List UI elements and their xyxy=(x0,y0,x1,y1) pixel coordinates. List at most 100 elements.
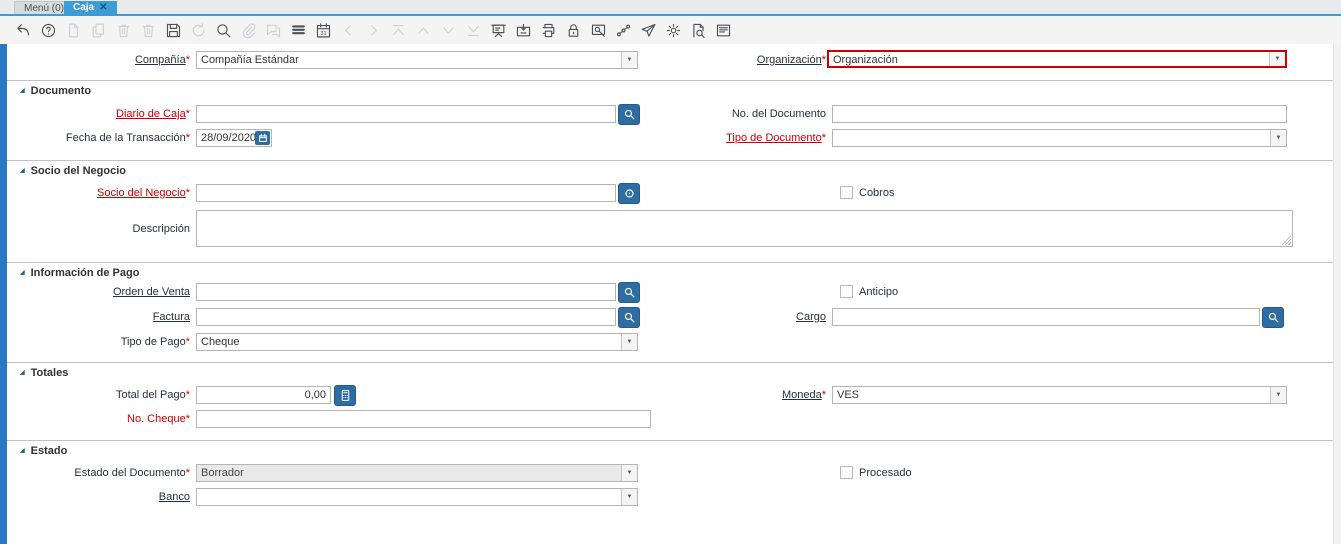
section-informacion-de-pago[interactable]: ◢ Información de Pago xyxy=(20,266,139,280)
collapse-icon[interactable]: ◢ xyxy=(20,370,25,376)
fecha-transaccion-input[interactable]: 28/09/2020 xyxy=(196,129,272,147)
total-del-pago-calculator-button[interactable] xyxy=(334,385,356,406)
orden-de-venta-search-button[interactable] xyxy=(618,282,640,303)
section-socio-del-negocio[interactable]: ◢ Socio del Negocio xyxy=(20,164,126,178)
process-icon[interactable] xyxy=(664,20,682,40)
chevron-down-icon[interactable]: ▼ xyxy=(621,334,637,350)
socio-del-negocio-info-button[interactable] xyxy=(618,183,640,204)
tab-bar: Menú (0) Caja ✕ xyxy=(0,0,1341,16)
section-divider xyxy=(7,440,1333,441)
diario-de-caja-label[interactable]: Diario de Caja* xyxy=(20,105,190,123)
scrollbar-track xyxy=(1333,44,1341,544)
help-icon[interactable] xyxy=(39,20,57,40)
cobros-label: Cobros xyxy=(859,187,895,199)
copy-record-icon xyxy=(89,20,107,40)
section-divider xyxy=(7,362,1333,363)
svg-text:31: 31 xyxy=(320,31,326,37)
collapse-icon[interactable]: ◢ xyxy=(20,88,25,94)
procesado-checkbox[interactable] xyxy=(840,466,853,479)
descripcion-textarea[interactable] xyxy=(196,210,1293,247)
find-icon[interactable] xyxy=(214,20,232,40)
factura-input[interactable] xyxy=(196,308,616,326)
anticipo-checkbox[interactable] xyxy=(840,285,853,298)
cargo-search-button[interactable] xyxy=(1262,307,1284,328)
cobros-checkbox[interactable] xyxy=(840,186,853,199)
socio-del-negocio-input[interactable] xyxy=(196,184,616,202)
section-divider xyxy=(7,160,1333,161)
diario-de-caja-search-button[interactable] xyxy=(618,104,640,125)
tipo-de-pago-value: Cheque xyxy=(201,336,240,348)
estado-del-documento-value: Borrador xyxy=(197,465,621,481)
cargo-input[interactable] xyxy=(832,308,1260,326)
search-icon xyxy=(1268,312,1278,323)
zoom-across-icon[interactable] xyxy=(689,20,707,40)
grid-toggle-icon[interactable] xyxy=(289,20,307,40)
socio-del-negocio-label[interactable]: Socio del Negocio* xyxy=(20,184,190,202)
chevron-down-icon[interactable]: ▼ xyxy=(621,52,637,68)
collapse-icon[interactable]: ◢ xyxy=(20,448,25,454)
business-partner-icon xyxy=(624,189,634,198)
section-estado[interactable]: ◢ Estado xyxy=(20,444,67,458)
orden-de-venta-input[interactable] xyxy=(196,283,616,301)
moneda-combobox[interactable]: VES ▼ xyxy=(832,386,1287,404)
send-icon[interactable] xyxy=(639,20,657,40)
tab-caja-label: Caja xyxy=(73,2,95,13)
next-record-icon xyxy=(439,20,457,40)
total-del-pago-input[interactable]: 0,00 xyxy=(196,386,331,404)
chevron-down-icon[interactable]: ▼ xyxy=(1270,130,1286,146)
tipo-de-pago-combobox[interactable]: Cheque ▼ xyxy=(196,333,638,351)
close-icon[interactable]: ✕ xyxy=(99,2,107,13)
tipo-de-documento-combobox[interactable]: ▼ xyxy=(832,129,1287,147)
estado-del-documento-combobox[interactable]: Borrador ▼ xyxy=(196,464,638,482)
organizacion-combobox[interactable]: Organización ▼ xyxy=(827,50,1287,68)
calendar-button[interactable] xyxy=(255,131,270,145)
lock-icon[interactable] xyxy=(564,20,582,40)
diario-de-caja-input[interactable] xyxy=(196,105,616,123)
chevron-down-icon[interactable]: ▼ xyxy=(1270,387,1286,403)
organizacion-label[interactable]: Organización* xyxy=(640,51,826,69)
section-divider xyxy=(7,262,1333,263)
tab-menu-label: Menú (0) xyxy=(24,3,65,14)
cargo-label[interactable]: Cargo xyxy=(640,308,826,326)
banco-combobox[interactable]: ▼ xyxy=(196,488,638,506)
save-icon[interactable] xyxy=(164,20,182,40)
history-icon[interactable]: 31 xyxy=(314,20,332,40)
compania-combobox[interactable]: Compañía Estándar ▼ xyxy=(196,51,638,69)
archive-icon[interactable] xyxy=(514,20,532,40)
calculator-icon xyxy=(341,390,349,401)
report-icon[interactable] xyxy=(489,20,507,40)
estado-del-documento-label: Estado del Documento* xyxy=(74,467,190,479)
undo-icon[interactable] xyxy=(14,20,32,40)
orden-de-venta-label[interactable]: Orden de Venta xyxy=(20,283,190,301)
chevron-down-icon[interactable]: ▼ xyxy=(1269,52,1285,66)
chevron-down-icon[interactable]: ▼ xyxy=(621,465,637,481)
parent-record-icon xyxy=(339,20,357,40)
new-record-icon xyxy=(64,20,82,40)
no-del-documento-input[interactable] xyxy=(832,105,1287,123)
calendar-icon xyxy=(258,133,267,142)
collapse-icon[interactable]: ◢ xyxy=(20,168,25,174)
section-documento[interactable]: ◢ Documento xyxy=(20,84,91,98)
print-preview-icon[interactable] xyxy=(589,20,607,40)
moneda-label[interactable]: Moneda* xyxy=(640,386,826,404)
tipo-de-documento-label[interactable]: Tipo de Documento* xyxy=(640,129,826,147)
banco-label[interactable]: Banco xyxy=(20,488,190,506)
delete-selection-icon xyxy=(139,20,157,40)
workflow-icon[interactable] xyxy=(614,20,632,40)
no-cheque-input[interactable] xyxy=(196,410,651,428)
fecha-transaccion-value: 28/09/2020 xyxy=(201,132,257,144)
search-icon xyxy=(624,287,634,298)
section-totales[interactable]: ◢ Totales xyxy=(20,366,68,380)
chevron-down-icon[interactable]: ▼ xyxy=(621,489,637,505)
tab-caja[interactable]: Caja ✕ xyxy=(64,1,117,14)
search-icon xyxy=(624,312,634,323)
factura-label[interactable]: Factura xyxy=(20,308,190,326)
toolbar: 31 xyxy=(0,16,1341,44)
factura-search-button[interactable] xyxy=(618,307,640,328)
collapse-icon[interactable]: ◢ xyxy=(20,270,25,276)
no-cheque-label: No. Cheque* xyxy=(127,413,190,425)
print-icon[interactable] xyxy=(539,20,557,40)
compania-label[interactable]: Compañía* xyxy=(20,51,190,69)
search-icon xyxy=(624,109,634,120)
window-help-icon[interactable] xyxy=(714,20,732,40)
